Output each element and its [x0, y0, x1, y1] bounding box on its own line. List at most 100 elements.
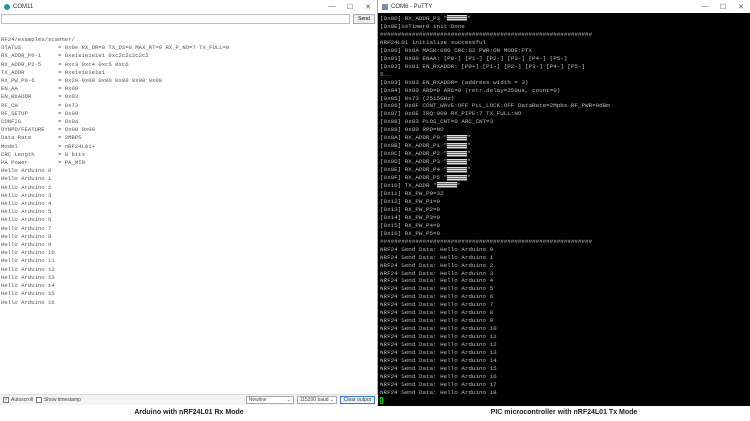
- line-text: [0x06] 0x0F CONT_WAVE:OFF PLL_LOCK:OFF D…: [380, 102, 610, 110]
- line-text: [0x0A] RX_ADDR_P0 ": [380, 134, 448, 142]
- terminal-line: [0x14] RX_PW_P3=0: [380, 214, 750, 222]
- terminal-line: [0x01] 0x00 ENAA: [P0-] [P1-] [P2-] [P3-…: [380, 55, 750, 63]
- line-text: [0x0F] RX_ADDR_P5 ": [380, 174, 448, 182]
- masked-address: [447, 15, 468, 22]
- line-text: [0x0E]≡≡Timer0 init Done: [380, 22, 465, 30]
- masked-address: [447, 174, 468, 181]
- chevron-down-icon: ⌄: [286, 397, 291, 403]
- maximize-button[interactable]: ☐: [714, 3, 732, 11]
- terminal-line: NRF24 Send Data: Hello Arduino 2: [380, 262, 750, 270]
- masked-address: [447, 150, 468, 157]
- output-line: TX_ADDR = 0xe1e1e1e1e1: [1, 68, 106, 76]
- terminal-line: NRF24 Send Data: Hello Arduino 3: [380, 270, 750, 278]
- output-line: RX_PW_P0-6 = 0x20 0x00 0x00 0x00 0x00 0x…: [1, 77, 163, 85]
- masked-address: [447, 142, 468, 149]
- terminal-line: [0x00] 0x0A MASK:000 CRC:02 PWR:ON MODE:…: [380, 47, 750, 55]
- line-text: ": [467, 15, 471, 22]
- terminal-line: NRF24 Send Data: Hello Arduino 18: [380, 389, 750, 397]
- maximize-button[interactable]: ☐: [341, 3, 359, 11]
- line-text: 5..: [380, 70, 391, 78]
- minimize-button[interactable]: —: [323, 3, 341, 10]
- terminal-line: NRF24 Send Data: Hello Arduino 0: [380, 246, 750, 254]
- line-ending-select[interactable]: Newline ⌄: [245, 396, 294, 404]
- minimize-button[interactable]: —: [696, 3, 714, 10]
- line-text: NRF24 Send Data: Hello Arduino 2: [380, 261, 494, 269]
- terminal-line: NRF24 Send Data: Hello Arduino 1: [380, 254, 750, 262]
- line-text: ": [467, 142, 471, 150]
- output-line: Hello Arduino 15: [1, 290, 55, 298]
- terminal-line: [0x05] 0x73 (2515GHz): [380, 95, 750, 103]
- terminal-line: NRF24 Send Data: Hello Arduino 13: [380, 349, 750, 357]
- line-text: NRF24 Send Data: Hello Arduino 8: [380, 309, 494, 317]
- terminal-output[interactable]: [0x0D] RX_ADDR_P3 " " [0x0E]≡≡Timer0 init …: [378, 13, 750, 406]
- line-text: ": [467, 150, 471, 158]
- close-button[interactable]: ✕: [732, 3, 750, 11]
- output-line: Model = nRF24L01+: [1, 142, 95, 150]
- clear-output-button[interactable]: Clear output: [339, 396, 375, 404]
- close-button[interactable]: ✕: [359, 3, 377, 11]
- autoscroll-checkbox[interactable]: ✓: [3, 397, 9, 403]
- terminal-line: [0x0C] RX_ADDR_P2 " ": [380, 150, 750, 158]
- terminal-line: NRF24L01 initialize successful: [380, 39, 750, 47]
- left-caption: Arduino with nRF24L01 Rx Mode: [134, 409, 244, 416]
- terminal-line: ########################################…: [380, 31, 750, 39]
- output-line: Hello Arduino 1: [1, 175, 52, 183]
- putty-icon: [382, 3, 388, 10]
- terminal-line: NRF24 Send Data: Hello Arduino 5: [380, 285, 750, 293]
- line-text: NRF24 Send Data: Hello Arduino 0: [380, 245, 494, 253]
- line-text: NRF24 Send Data: Hello Arduino 4: [380, 277, 494, 285]
- terminal-line: [0x09] 0x00 RPD=NO: [380, 126, 750, 134]
- line-text: [0x02] 0x01 EN_RXADDR: [P0+] [P1-] [P2-]…: [380, 62, 586, 70]
- arduino-serial-monitor-window: COM11 — ☐ ✕ Send RF24/examples/scanner/S…: [0, 0, 378, 406]
- terminal-line: NRF24 Send Data: Hello Arduino 10: [380, 325, 750, 333]
- line-text: NRF24 Send Data: Hello Arduino 15: [380, 364, 497, 372]
- line-text: [0x16] RX_PW_P5=0: [380, 229, 441, 237]
- terminal-line: [0x02] 0x01 EN_RXADDR: [P0+] [P1-] [P2-]…: [380, 63, 750, 71]
- putty-window: COM6 - PuTTY — ☐ ✕ [0x0D] RX_ADDR_P3 " "[…: [378, 0, 750, 406]
- terminal-line: [0x10] TX_ADDR " ": [380, 182, 750, 190]
- output-line: RX_ADDR_P0-1 = 0xe1e1e1e1e1 0xc2c2c2c2c2: [1, 52, 149, 60]
- output-line: Hello Arduino 12: [1, 265, 55, 273]
- line-ending-value: Newline: [248, 397, 267, 403]
- masked-address: [436, 182, 457, 189]
- serial-input[interactable]: [1, 14, 350, 24]
- output-line: RF_SETUP = 0x09: [1, 109, 79, 117]
- output-line: Hello Arduino 5: [1, 208, 52, 216]
- output-line: RF24/examples/scanner/: [1, 36, 75, 43]
- output-line: CRC Length = 8 bits: [1, 150, 85, 158]
- baud-select[interactable]: 115200 baud ⌄: [296, 396, 337, 404]
- line-text: [0x12] RX_PW_P1=0: [380, 197, 441, 205]
- window-title: COM6 - PuTTY: [391, 3, 433, 10]
- output-line: Hello Arduino 9: [1, 241, 52, 249]
- line-text: [0x00] 0x0A MASK:000 CRC:02 PWR:ON MODE:…: [380, 46, 533, 54]
- line-text: ": [467, 158, 471, 166]
- line-text: [0x07] 0x0E IRQ:000 RX_PIPE:7 TX_FULL:NO: [380, 110, 522, 118]
- serial-output: RF24/examples/scanner/STATUS = 0x0e RX_D…: [1, 36, 229, 307]
- line-text: [0x0C] RX_ADDR_P2 ": [380, 150, 448, 158]
- terminal-line: NRF24 Send Data: Hello Arduino 12: [380, 341, 750, 349]
- line-text: [0x11] RX_PW_P0=32: [380, 189, 444, 197]
- line-text: [0x0D] RX_ADDR_P3 ": [380, 15, 448, 22]
- line-text: [0x04] 0x00 ARD=0 ARC=0 (retr.delay=250u…: [380, 86, 561, 94]
- status-bar: ✓ Autoscroll Show timestamp Newline ⌄ 115…: [0, 394, 378, 405]
- terminal-line: [0x0F] RX_ADDR_P5 " ": [380, 174, 750, 182]
- right-caption: PIC microcontroller with nRF24L01 Tx Mod…: [490, 409, 638, 416]
- output-line: Data Rate = 2MBPS: [1, 134, 82, 142]
- send-button[interactable]: Send: [353, 14, 375, 24]
- line-text: NRF24 Send Data: Hello Arduino 5: [380, 285, 494, 293]
- title-bar: COM6 - PuTTY — ☐ ✕: [378, 0, 750, 13]
- terminal-line: NRF24 Send Data: Hello Arduino 6: [380, 293, 750, 301]
- line-text: ########################################…: [380, 30, 593, 38]
- output-line: Hello Arduino 7: [1, 224, 52, 232]
- output-line: EN_AA = 0x00: [1, 85, 79, 93]
- terminal-line: [0x06] 0x0F CONT_WAVE:OFF PLL_LOCK:OFF D…: [380, 102, 750, 110]
- terminal-line: [0x0D] RX_ADDR_P3 " ": [380, 15, 750, 23]
- show-timestamp-checkbox[interactable]: [35, 397, 42, 403]
- line-text: NRF24 Send Data: Hello Arduino 10: [380, 325, 497, 333]
- line-text: [0x15] RX_PW_P4=0: [380, 221, 441, 229]
- terminal-cursor: [380, 396, 383, 404]
- terminal-line: NRF24 Send Data: Hello Arduino 14: [380, 357, 750, 365]
- terminal-line: NRF24 Send Data: Hello Arduino 11: [380, 333, 750, 341]
- line-text: [0x13] RX_PW_P2=0: [380, 205, 441, 213]
- line-text: NRF24 Send Data: Hello Arduino 16: [380, 372, 497, 380]
